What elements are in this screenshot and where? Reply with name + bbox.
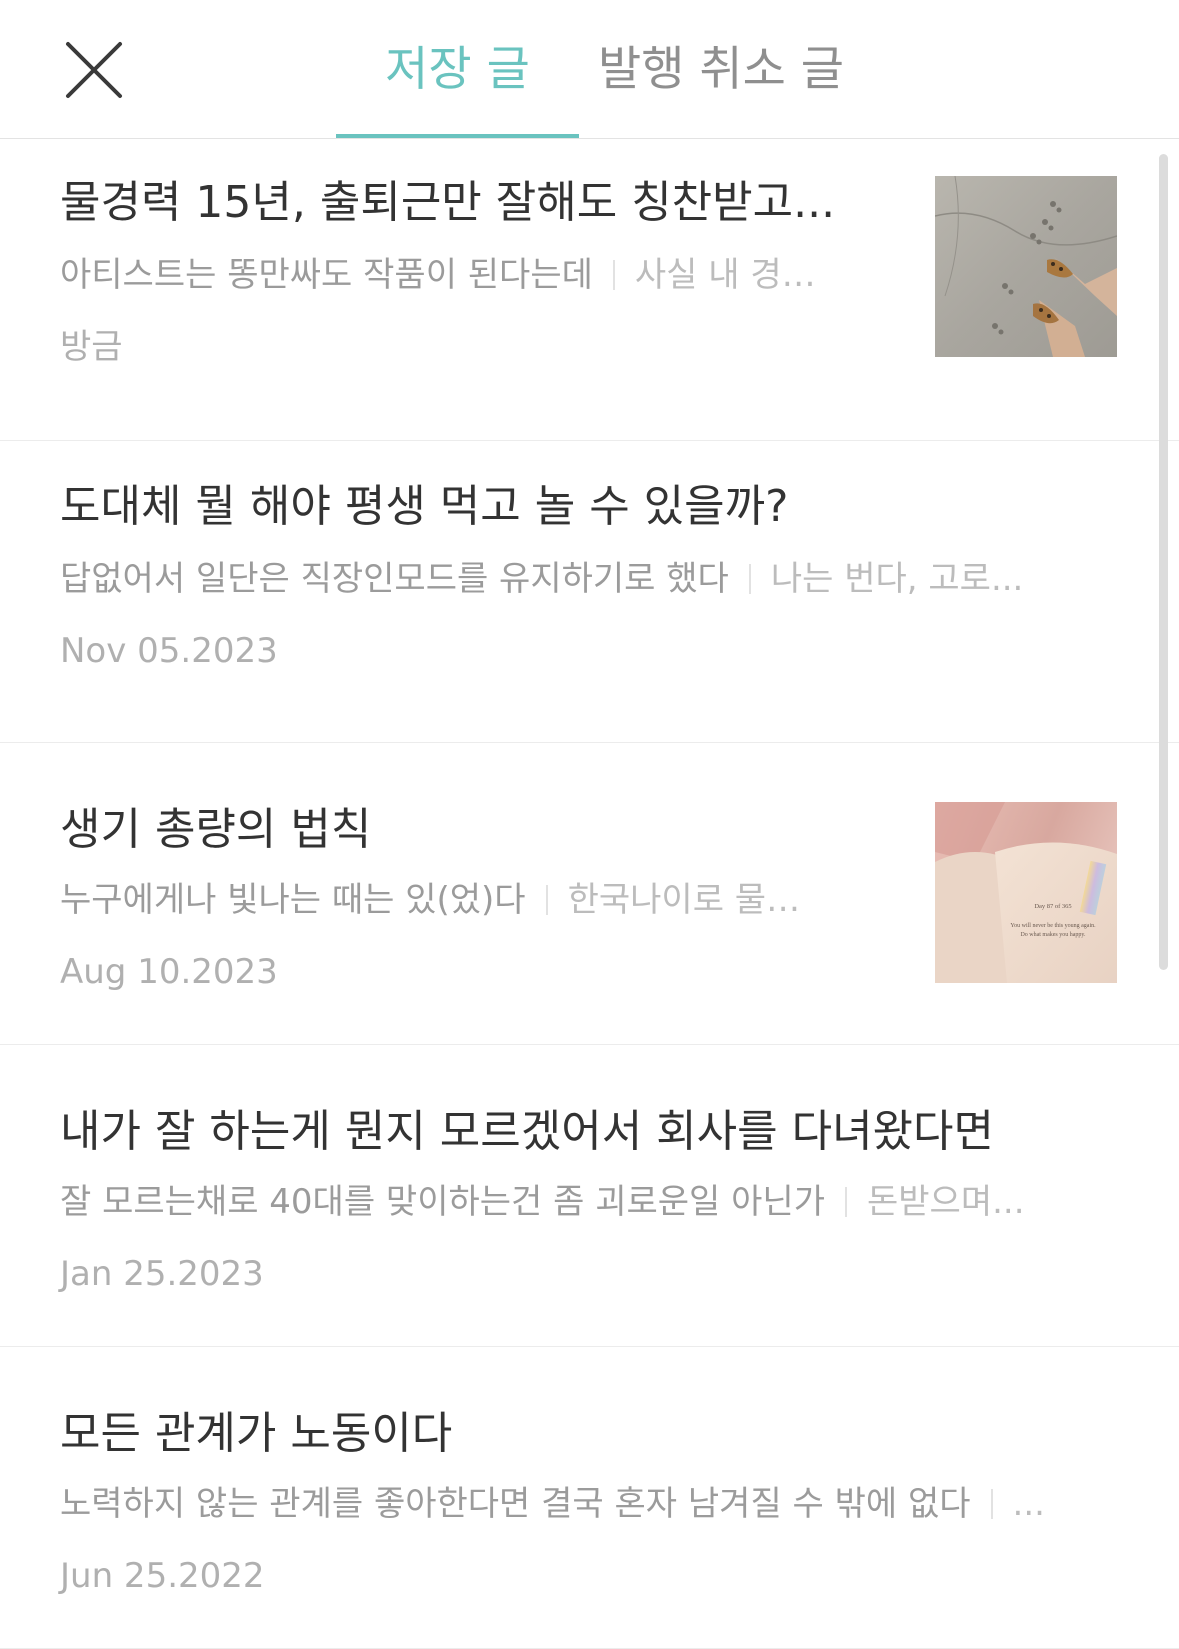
separator bbox=[990, 1489, 993, 1519]
post-excerpt: ... bbox=[1012, 1484, 1045, 1524]
close-button[interactable] bbox=[60, 36, 128, 104]
post-date: Nov 05.2023 bbox=[60, 631, 278, 671]
post-item[interactable]: 생기 총량의 법칙 누구에게나 빛나는 때는 있(었)다 한국나이로 물… Aug… bbox=[0, 743, 1179, 1045]
post-excerpt: 돈받으며... bbox=[867, 1182, 1025, 1222]
tab-saved-label: 저장 글 bbox=[385, 42, 530, 97]
active-tab-indicator bbox=[336, 134, 579, 138]
scrollbar[interactable] bbox=[1159, 154, 1168, 970]
post-excerpt: 한국나이로 물… bbox=[567, 880, 801, 920]
post-list: 물경력 15년, 출퇴근만 잘해도 칭찬받고... 아티스트는 똥만싸도 작품이… bbox=[0, 139, 1179, 1649]
tab-unpublished-label: 발행 취소 글 bbox=[597, 42, 845, 97]
separator bbox=[845, 1187, 847, 1217]
post-subtitle-text: 잘 모르는채로 40대를 맞이하는건 좀 괴로운일 아닌가 bbox=[60, 1182, 825, 1222]
post-subtitle-text: 누구에게나 빛나는 때는 있(었)다 bbox=[60, 880, 526, 920]
separator bbox=[545, 885, 548, 915]
svg-text:Do what makes you happy.: Do what makes you happy. bbox=[1020, 932, 1086, 938]
post-subtitle: 잘 모르는채로 40대를 맞이하는건 좀 괴로운일 아닌가 돈받으며... bbox=[60, 1178, 1120, 1226]
tab-unpublished-posts[interactable]: 발행 취소 글 bbox=[594, 36, 848, 136]
separator bbox=[748, 564, 751, 594]
post-title: 내가 잘 하는게 뭔지 모르겠어서 회사를 다녀왔다면 bbox=[60, 1106, 994, 1157]
post-thumbnail: Day 87 of 365 You will never be this you… bbox=[935, 802, 1117, 983]
post-date: Jun 25.2022 bbox=[60, 1556, 265, 1596]
post-date: Jan 25.2023 bbox=[60, 1254, 264, 1294]
post-item[interactable]: 물경력 15년, 출퇴근만 잘해도 칭찬받고... 아티스트는 똥만싸도 작품이… bbox=[0, 139, 1179, 441]
post-thumbnail bbox=[935, 176, 1117, 357]
post-subtitle: 노력하지 않는 관계를 좋아한다면 결국 혼자 남겨질 수 밖에 없다... bbox=[60, 1480, 1120, 1528]
post-title: 생기 총량의 법칙 bbox=[60, 804, 372, 855]
post-title: 물경력 15년, 출퇴근만 잘해도 칭찬받고... bbox=[60, 177, 836, 228]
post-item[interactable]: 도대체 뭘 해야 평생 먹고 놀 수 있을까? 답없어서 일단은 직장인모드를 … bbox=[0, 441, 1179, 743]
separator bbox=[612, 260, 615, 290]
post-subtitle: 누구에게나 빛나는 때는 있(었)다 한국나이로 물… bbox=[60, 876, 890, 924]
post-date: Aug 10.2023 bbox=[60, 952, 278, 992]
post-excerpt: 나는 번다, 고로... bbox=[770, 559, 1024, 599]
svg-text:Day 87 of 365: Day 87 of 365 bbox=[1034, 903, 1071, 910]
post-item[interactable]: 모든 관계가 노동이다 노력하지 않는 관계를 좋아한다면 결국 혼자 남겨질 … bbox=[0, 1347, 1179, 1649]
post-title: 도대체 뭘 해야 평생 먹고 놀 수 있을까? bbox=[60, 481, 789, 532]
post-subtitle-text: 노력하지 않는 관계를 좋아한다면 결국 혼자 남겨질 수 밖에 없다 bbox=[60, 1484, 971, 1524]
post-item[interactable]: 내가 잘 하는게 뭔지 모르겠어서 회사를 다녀왔다면 잘 모르는채로 40대를… bbox=[0, 1045, 1179, 1347]
post-date: 방금 bbox=[60, 327, 123, 367]
svg-text:You will never be this young a: You will never be this young again. bbox=[1010, 923, 1096, 929]
post-excerpt: 사실 내 경… bbox=[634, 255, 816, 295]
close-icon bbox=[66, 42, 122, 98]
post-subtitle: 아티스트는 똥만싸도 작품이 된다는데 사실 내 경… bbox=[60, 251, 890, 299]
post-subtitle: 답없어서 일단은 직장인모드를 유지하기로 했다 나는 번다, 고로... bbox=[60, 555, 1120, 603]
post-title: 모든 관계가 노동이다 bbox=[60, 1408, 453, 1459]
post-subtitle-text: 아티스트는 똥만싸도 작품이 된다는데 bbox=[60, 255, 593, 295]
post-subtitle-text: 답없어서 일단은 직장인모드를 유지하기로 했다 bbox=[60, 559, 729, 599]
header: 저장 글 발행 취소 글 bbox=[0, 0, 1179, 139]
tab-saved-posts[interactable]: 저장 글 bbox=[336, 36, 579, 138]
